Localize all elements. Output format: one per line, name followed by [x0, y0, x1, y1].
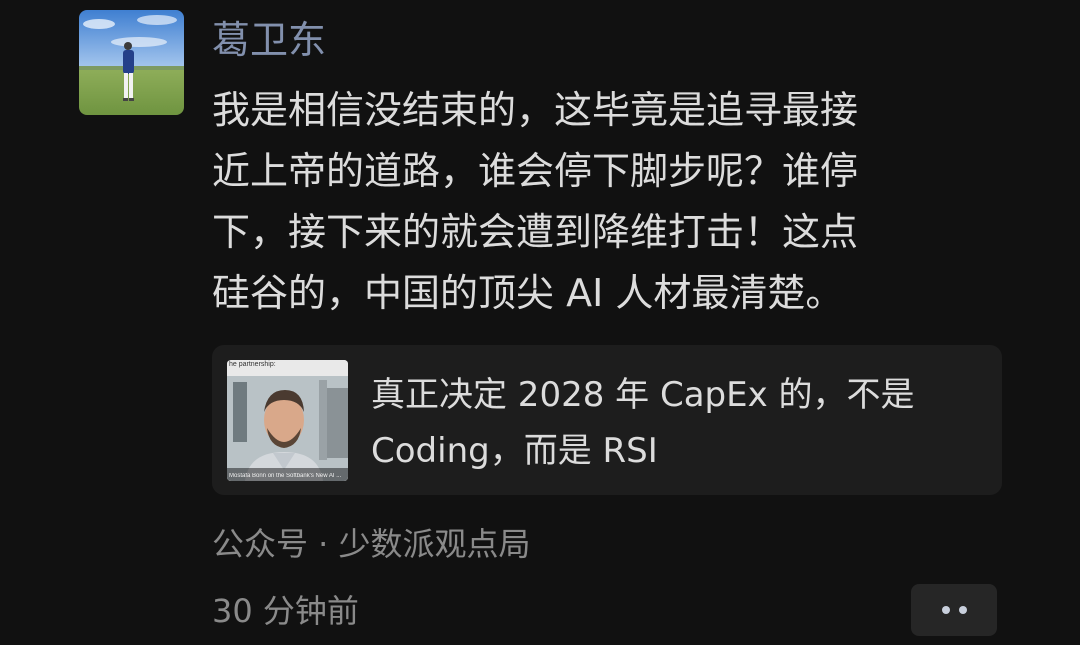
thumbnail-subtitle: Mostafa Bonn on the Softbank's New AI ..… [229, 473, 342, 479]
post-timestamp: 30 分钟前 [212, 592, 359, 630]
thumbnail-image [227, 360, 348, 481]
avatar-image [79, 10, 184, 115]
link-thumbnail: he partnership: Mostafa Bonn on the Soft… [227, 360, 348, 481]
post-text: 我是相信没结束的，这毕竟是追寻最接 近上帝的道路，谁会停下脚步呢？谁停 下，接下… [212, 88, 859, 315]
more-dots-icon [958, 606, 967, 614]
avatar[interactable] [79, 10, 184, 115]
feed-post: 葛卫东 我是相信没结束的，这毕竟是追寻最接 近上帝的道路，谁会停下脚步呢？谁停 … [0, 0, 1080, 645]
more-options-button[interactable] [911, 584, 997, 636]
link-card-title[interactable]: 真正决定 2028 年 CapEx 的，不是 Coding，而是 RSI [371, 367, 981, 479]
thumbnail-caption: he partnership: [229, 361, 276, 368]
post-source[interactable]: 公众号 · 少数派观点局 [212, 520, 531, 568]
link-card[interactable]: he partnership: Mostafa Bonn on the Soft… [212, 345, 1002, 495]
author-name[interactable]: 葛卫东 [212, 14, 326, 66]
more-dots-icon [941, 606, 950, 614]
